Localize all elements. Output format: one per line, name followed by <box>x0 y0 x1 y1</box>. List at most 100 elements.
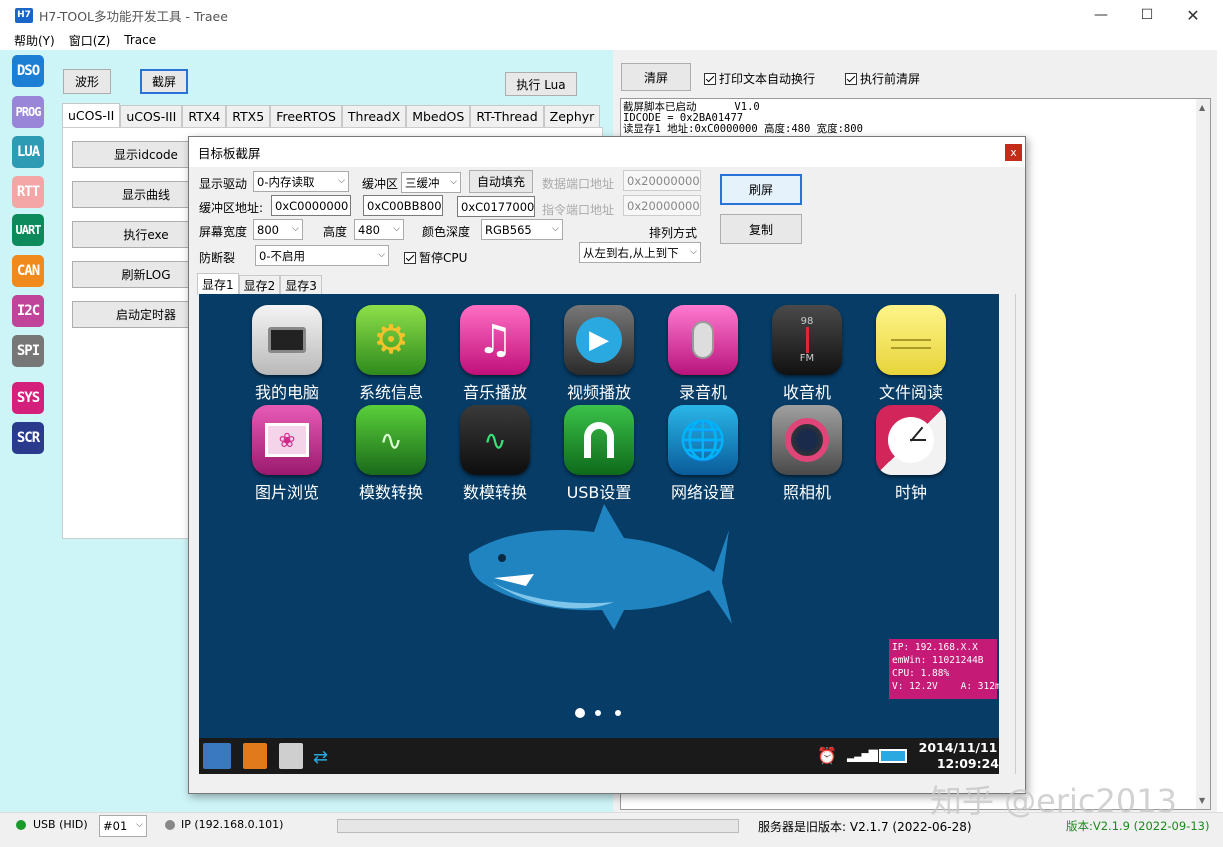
device-select[interactable]: #01 ⌵ <box>99 815 147 837</box>
wave-button[interactable]: 波形 <box>63 69 111 94</box>
info-emwin: emWin: 11021244B <box>892 655 984 666</box>
display-driver-select[interactable]: 0-内存读取 ⌵ <box>253 171 349 192</box>
battery-icon <box>879 749 907 763</box>
music-note-icon: ♫ <box>460 305 530 375</box>
chevron-down-icon: ⌵ <box>136 820 143 830</box>
info-cpu: CPU: 1.88% <box>892 668 950 679</box>
tab-rtx5[interactable]: RTX5 <box>226 105 271 127</box>
app-label: 系统信息 <box>358 383 423 402</box>
display-driver-label: 显示驱动 <box>199 177 248 191</box>
tab-ucos2[interactable]: uCOS-II <box>62 103 121 127</box>
pause-cpu-checkbox[interactable] <box>404 251 416 264</box>
run-lua-button[interactable]: 执行 Lua <box>505 72 577 96</box>
buffer-select[interactable]: 三缓冲 ⌵ <box>401 172 461 193</box>
screenshot-dialog: 目标板截屏 x 显示驱动 0-内存读取 ⌵ 缓冲区 三缓冲 ⌵ 自动填充 数据端口地… <box>188 136 1026 794</box>
dialog-close-button[interactable]: x <box>1005 144 1022 161</box>
radio-band: FM <box>799 353 815 364</box>
anti-tearing-select[interactable]: 0-不启用 ⌵ <box>255 245 389 266</box>
buffer-address-2-field[interactable]: 0xC00BB800 <box>363 195 443 216</box>
refresh-screen-button[interactable]: 刷屏 <box>720 174 802 205</box>
menu-window[interactable]: 窗口(Z) <box>69 32 111 49</box>
usb-symbol-icon: ⇄ <box>313 747 329 768</box>
maximize-button[interactable]: ☐ <box>1124 0 1170 30</box>
menu-trace[interactable]: Trace <box>124 33 156 47</box>
app-label: USB设置 <box>566 483 632 502</box>
pause-cpu-option[interactable]: 暂停CPU <box>404 249 467 266</box>
sidebar-item-lua[interactable]: LUA <box>12 136 44 168</box>
page-indicator <box>595 710 601 716</box>
menu-help[interactable]: 帮助(Y) <box>14 32 55 49</box>
cmd-port-field[interactable]: 0x20000000 <box>623 195 701 216</box>
log-line: 读显存1 地址:0xC0000000 高度:480 宽度:800 <box>623 123 863 135</box>
tab-framebuffer-2[interactable]: 显存2 <box>238 275 281 295</box>
tab-framebuffer-3[interactable]: 显存3 <box>280 275 322 295</box>
app-label: 时钟 <box>894 483 927 502</box>
screen-width-label: 屏幕宽度 <box>199 225 248 239</box>
sd-card-icon <box>243 743 267 769</box>
arrange-value: 从左到右,从上到下 <box>583 245 679 260</box>
sidebar-item-can[interactable]: CAN <box>12 255 44 287</box>
app-label: 收音机 <box>782 383 831 402</box>
auto-wrap-checkbox[interactable] <box>704 72 716 85</box>
app-network-settings: 🌐 网络设置 <box>651 405 755 503</box>
app-image-viewer: ❀ 图片浏览 <box>235 405 339 503</box>
tab-mbedos[interactable]: MbedOS <box>406 105 471 127</box>
chevron-down-icon: ⌵ <box>450 177 457 187</box>
tab-rt-thread[interactable]: RT-Thread <box>470 105 544 127</box>
minimize-button[interactable]: — <box>1078 0 1124 30</box>
device-value: #01 <box>103 819 128 833</box>
app-label: 我的电脑 <box>254 383 319 402</box>
app-recorder: 录音机 <box>651 305 755 403</box>
display-driver-value: 0-内存读取 <box>257 174 315 189</box>
alarm-icon: ⏰ <box>817 746 837 765</box>
tab-rtx4[interactable]: RTX4 <box>182 105 227 127</box>
clock-display: 2014/11/11 12:09:24 Thu <box>917 740 999 774</box>
app-file-reader: 文件阅读 <box>859 305 963 403</box>
screen-width-select[interactable]: 800 ⌵ <box>253 219 303 240</box>
clear-before-run-option[interactable]: 执行前清屏 <box>845 70 920 87</box>
arrange-select[interactable]: 从左到右,从上到下 ⌵ <box>579 242 701 263</box>
autofill-button[interactable]: 自动填充 <box>469 170 533 193</box>
screenshot-button[interactable]: 截屏 <box>140 69 188 94</box>
framebuffer-tabs: 显存1 显存2 显存3 <box>197 273 322 295</box>
data-port-field[interactable]: 0x20000000 <box>623 170 701 191</box>
sidebar-item-scr[interactable]: SCR <box>12 422 44 454</box>
sidebar-item-uart[interactable]: UART <box>12 214 44 246</box>
app-dac: ∿ 数模转换 <box>443 405 547 503</box>
sidebar-item-sys[interactable]: SYS <box>12 382 44 414</box>
arrange-label: 排列方式 <box>649 226 698 240</box>
sidebar-item-prog[interactable]: PROG <box>12 96 44 128</box>
color-depth-label: 颜色深度 <box>422 225 471 239</box>
app-label: 数模转换 <box>462 483 527 502</box>
sidebar-item-rtt[interactable]: RTT <box>12 176 44 208</box>
buffer-address-1-field[interactable]: 0xC0000000 <box>271 195 351 216</box>
app-label: 图片浏览 <box>254 483 319 502</box>
auto-wrap-option[interactable]: 打印文本自动换行 <box>704 70 815 87</box>
log-scrollbar[interactable]: ▲ ▼ <box>1196 99 1210 809</box>
tab-framebuffer-1[interactable]: 显存1 <box>197 273 239 295</box>
clear-before-run-label: 执行前清屏 <box>860 72 921 86</box>
info-ip: IP: 192.168.X.X <box>892 642 978 653</box>
chevron-down-icon: ⌵ <box>690 247 697 257</box>
buffer-address-3-field[interactable]: 0xC0177000 <box>457 196 535 217</box>
close-button[interactable]: ✕ <box>1170 0 1216 30</box>
tab-freertos[interactable]: FreeRTOS <box>270 105 342 127</box>
buffer-address-label: 缓冲区地址: <box>199 201 264 215</box>
cmd-port-label: 指令端口地址 <box>542 203 615 217</box>
color-depth-select[interactable]: RGB565 ⌵ <box>481 219 563 240</box>
target-taskbar: ⇄ ⏰ ▂▃▅▇ 2014/11/11 12:09:24 Thu <box>199 738 999 774</box>
copy-button[interactable]: 复制 <box>720 214 802 244</box>
height-select[interactable]: 480 ⌵ <box>354 219 404 240</box>
sidebar-item-spi[interactable]: SPI <box>12 335 44 367</box>
computer-icon <box>252 305 322 375</box>
sidebar-item-dso[interactable]: DSO <box>12 55 44 87</box>
tab-threadx[interactable]: ThreadX <box>341 105 407 127</box>
tab-ucos3[interactable]: uCOS-III <box>120 105 183 127</box>
gear-icon: ⚙ <box>356 305 426 375</box>
rtos-tabs: uCOS-II uCOS-III RTX4 RTX5 FreeRTOS Thre… <box>62 103 601 127</box>
sidebar-item-i2c[interactable]: I2C <box>12 295 44 327</box>
tab-zephyr[interactable]: Zephyr <box>543 105 601 127</box>
chevron-down-icon: ⌵ <box>552 224 559 234</box>
clear-screen-button[interactable]: 清屏 <box>621 63 691 91</box>
clear-before-run-checkbox[interactable] <box>845 72 857 85</box>
